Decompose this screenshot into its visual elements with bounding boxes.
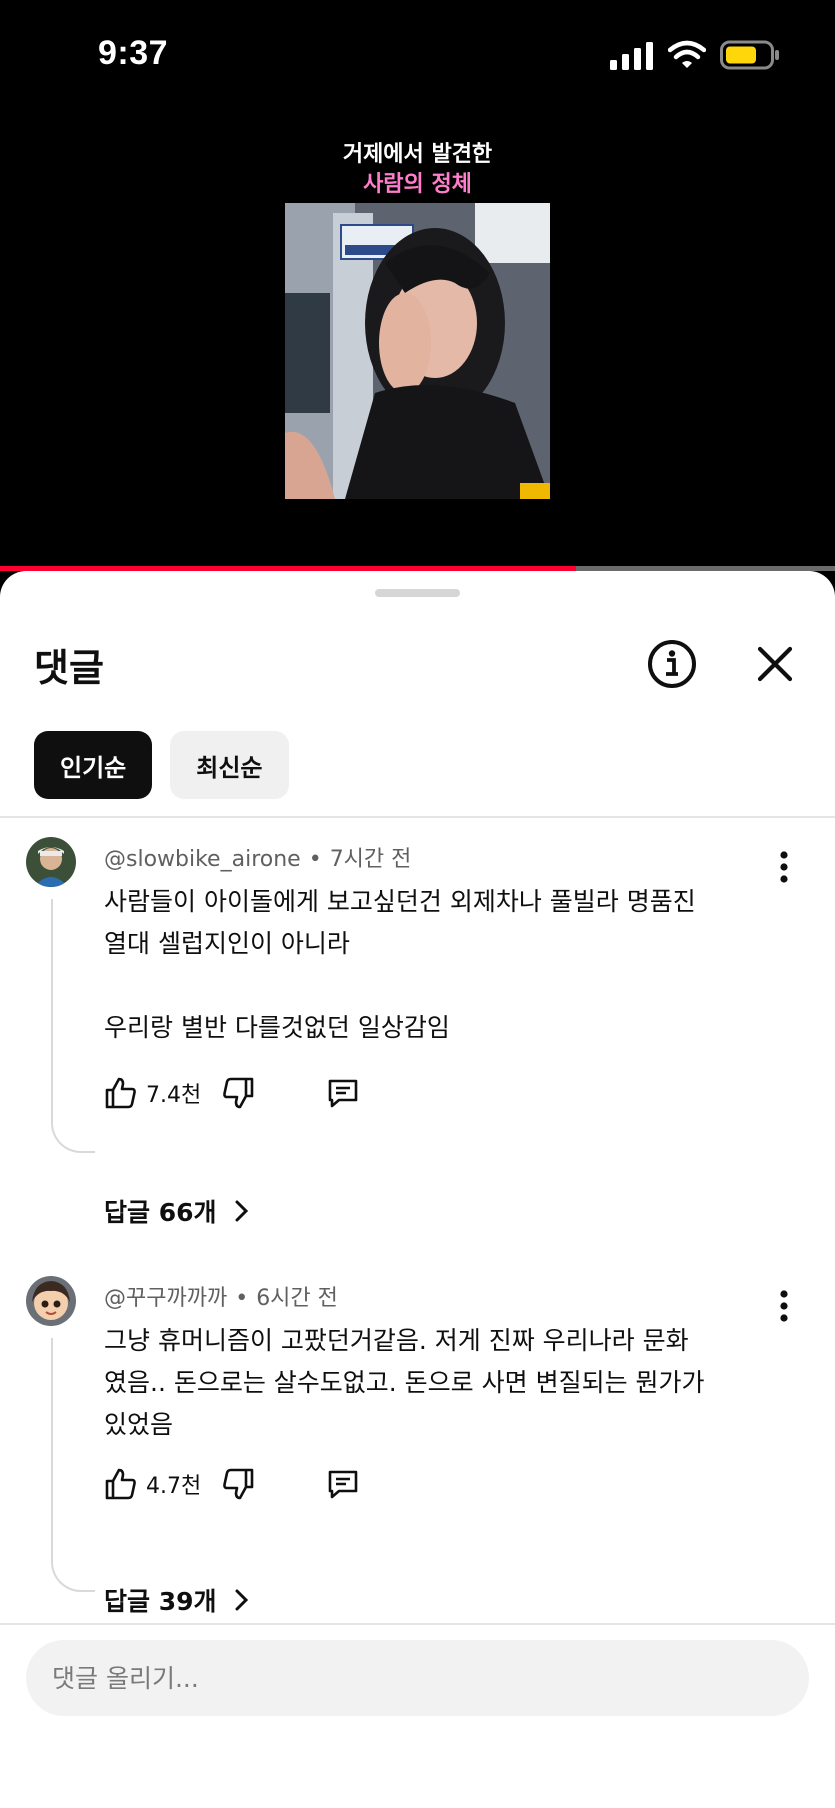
dislike-button[interactable] [221,1075,257,1111]
video-caption-line1: 거제에서 발견한 [342,142,493,167]
comment-time: 7시간 전 [329,847,412,872]
comment-time: 6시간 전 [256,1286,338,1311]
comment-author[interactable]: @꾸구까까까 [104,1286,227,1311]
info-icon[interactable] [646,638,698,690]
reply-thread-line [51,1338,95,1592]
sort-chip-newest[interactable]: 최신순 [170,731,289,799]
comment-line: 있었음 [104,1410,174,1439]
drag-handle[interactable] [375,589,460,597]
reply-thread-line [51,899,95,1153]
comment-line: 사람들이 아이돌에게 보고싶던건 외제차나 풀빌라 명품진 [104,887,696,916]
comment-reply-icon [328,1079,358,1108]
cellular-signal-icon [610,42,653,70]
comment-reply-icon [328,1470,358,1499]
comment-line: 열대 셀럽지인이 아니라 [104,929,350,958]
comment-meta: @slowbike_airone • 7시간 전 [104,847,412,872]
replies-count-label: 답글 39개 [104,1587,217,1616]
sheet-title: 댓글 [34,646,104,690]
status-bar: 9:37 [0,0,835,110]
thumbs-down-icon [223,1468,254,1500]
comment-compose-box[interactable] [26,1640,809,1716]
battery-icon [720,40,779,70]
wifi-icon [668,40,706,68]
replies-count-label: 답글 66개 [104,1198,217,1227]
video-caption-line2: 사람의 정체 [363,172,472,197]
view-replies-button[interactable]: 답글 39개 [104,1582,253,1618]
status-time: 9:37 [98,34,169,72]
video-frame-image [285,203,550,499]
chevron-right-icon [235,1589,248,1611]
view-replies-button[interactable]: 답글 66개 [104,1193,253,1229]
avatar[interactable] [26,1276,76,1326]
avatar[interactable] [26,837,76,887]
sort-chip-top[interactable]: 인기순 [34,731,153,799]
comment-author[interactable]: @slowbike_airone [104,847,301,872]
comment-line: 그냥 휴머니즘이 고팠던거같음. 저게 진짜 우리나라 문화 [104,1326,689,1355]
comment-actions: 4.7천 [102,1466,361,1502]
thumbs-up-icon [105,1468,136,1500]
video-player[interactable]: 거제에서 발견한 사람의 정체 [0,110,835,568]
like-count: 7.4천 [146,1083,202,1108]
like-count: 4.7천 [146,1474,202,1499]
like-button[interactable]: 7.4천 [102,1075,201,1111]
comment-text: 사람들이 아이돌에게 보고싶던건 외제차나 풀빌라 명품진 열대 셀럽지인이 아… [104,881,784,1049]
reply-button[interactable] [325,1075,361,1111]
comment-line [104,965,784,1007]
chips-divider [0,816,835,818]
comment-actions: 7.4천 [102,1075,361,1111]
comment-meta: @꾸구까까까 • 6시간 전 [104,1286,338,1311]
close-icon[interactable] [752,641,798,687]
dislike-button[interactable] [221,1466,257,1502]
comment-text: 그냥 휴머니즘이 고팠던거같음. 저게 진짜 우리나라 문화 였음.. 돈으로는… [104,1320,784,1446]
chevron-right-icon [235,1200,248,1222]
thumbs-up-icon [105,1077,136,1109]
compose-divider [0,1623,835,1625]
thumbs-down-icon [223,1077,254,1109]
reply-button[interactable] [325,1466,361,1502]
comment-line: 우리랑 별반 다를것없던 일상감임 [104,1013,450,1042]
sort-chips: 인기순 최신순 [34,731,289,799]
comment-input[interactable] [26,1640,809,1716]
comment-line: 였음.. 돈으로는 살수도없고. 돈으로 사면 변질되는 뭔가가 [104,1368,705,1397]
like-button[interactable]: 4.7천 [102,1466,201,1502]
